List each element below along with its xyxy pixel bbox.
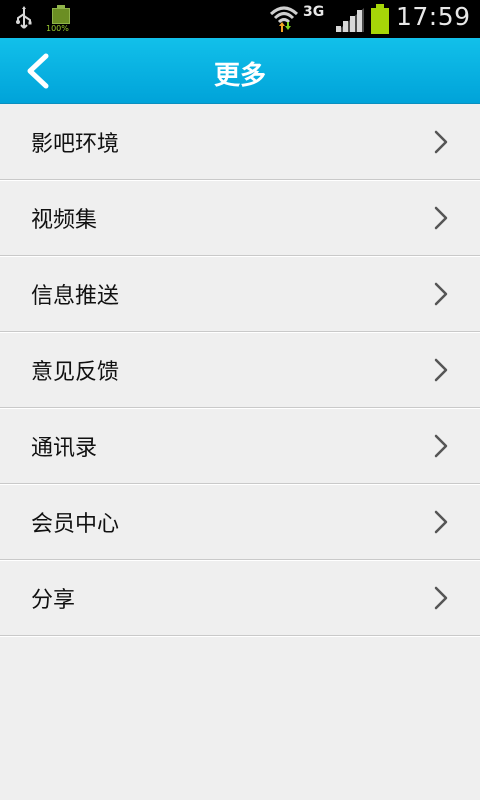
chevron-right-icon [434, 510, 448, 534]
chevron-right-icon [434, 282, 448, 306]
menu-item-member-center[interactable]: 会员中心 [0, 484, 480, 560]
menu-item-share[interactable]: 分享 [0, 560, 480, 636]
network-type-label: 3G [303, 4, 325, 20]
menu-item-label: 信息推送 [31, 284, 120, 309]
menu-list: 影吧环境 视频集 信息推送 意见反馈 通讯录 会员中心 分享 [0, 104, 480, 636]
chevron-right-icon [434, 130, 448, 154]
page-title: 更多 [213, 61, 266, 91]
menu-item-label: 会员中心 [31, 512, 120, 537]
battery-small-icon: 100% [46, 4, 74, 34]
battery-percent-label: 100% [46, 24, 69, 33]
menu-item-label: 意见反馈 [31, 360, 120, 385]
menu-item-label: 视频集 [31, 208, 98, 233]
title-bar: 更多 [0, 38, 480, 104]
menu-item-feedback[interactable]: 意见反馈 [0, 332, 480, 408]
menu-item-push[interactable]: 信息推送 [0, 256, 480, 332]
menu-item-contacts[interactable]: 通讯录 [0, 408, 480, 484]
menu-item-label: 影吧环境 [31, 132, 120, 157]
chevron-right-icon [434, 586, 448, 610]
chevron-right-icon [434, 206, 448, 230]
chevron-right-icon [434, 358, 448, 382]
battery-icon [370, 4, 390, 34]
status-bar: 100% 3G 17:59 [0, 0, 480, 38]
menu-item-environment[interactable]: 影吧环境 [0, 104, 480, 180]
signal-icon [336, 8, 364, 32]
wifi-icon [269, 6, 299, 32]
chevron-right-icon [434, 434, 448, 458]
menu-item-label: 通讯录 [31, 436, 98, 461]
clock: 17:59 [396, 2, 471, 31]
usb-icon [16, 6, 32, 29]
menu-item-label: 分享 [31, 588, 76, 613]
menu-item-videos[interactable]: 视频集 [0, 180, 480, 256]
